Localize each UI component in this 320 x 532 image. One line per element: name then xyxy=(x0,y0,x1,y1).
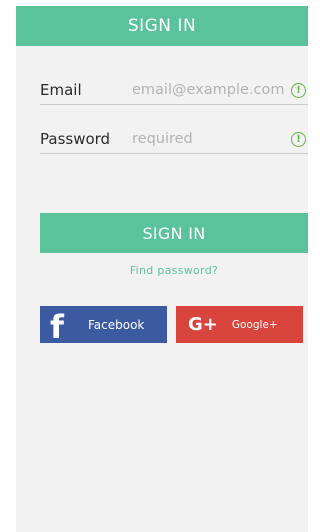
signin-button-label: SIGN IN xyxy=(142,223,206,243)
header-bar: SIGN IN xyxy=(16,6,308,46)
warning-circle-icon: ! xyxy=(291,82,306,98)
email-label: Email xyxy=(40,81,82,99)
google-label: Google+ xyxy=(231,318,278,331)
facebook-label: Facebook xyxy=(88,317,145,332)
email-field[interactable]: Email email@example.com ! xyxy=(40,76,308,105)
facebook-icon: f xyxy=(50,308,64,346)
page-title: SIGN IN xyxy=(127,16,197,36)
google-plus-icon: G+ xyxy=(188,314,218,335)
password-input[interactable]: required xyxy=(132,131,285,147)
warning-circle-icon: ! xyxy=(291,131,306,147)
signin-screen: SIGN IN Email email@example.com ! Passwo… xyxy=(16,6,308,532)
email-input[interactable]: email@example.com xyxy=(132,82,285,98)
password-label: Password xyxy=(40,130,111,148)
facebook-button[interactable]: f Facebook xyxy=(40,306,167,343)
google-button[interactable]: G+ Google+ xyxy=(176,306,303,343)
signin-button[interactable]: SIGN IN xyxy=(40,213,308,253)
find-password-link[interactable]: Find password? xyxy=(40,264,308,277)
password-field[interactable]: Password required ! xyxy=(40,125,308,154)
